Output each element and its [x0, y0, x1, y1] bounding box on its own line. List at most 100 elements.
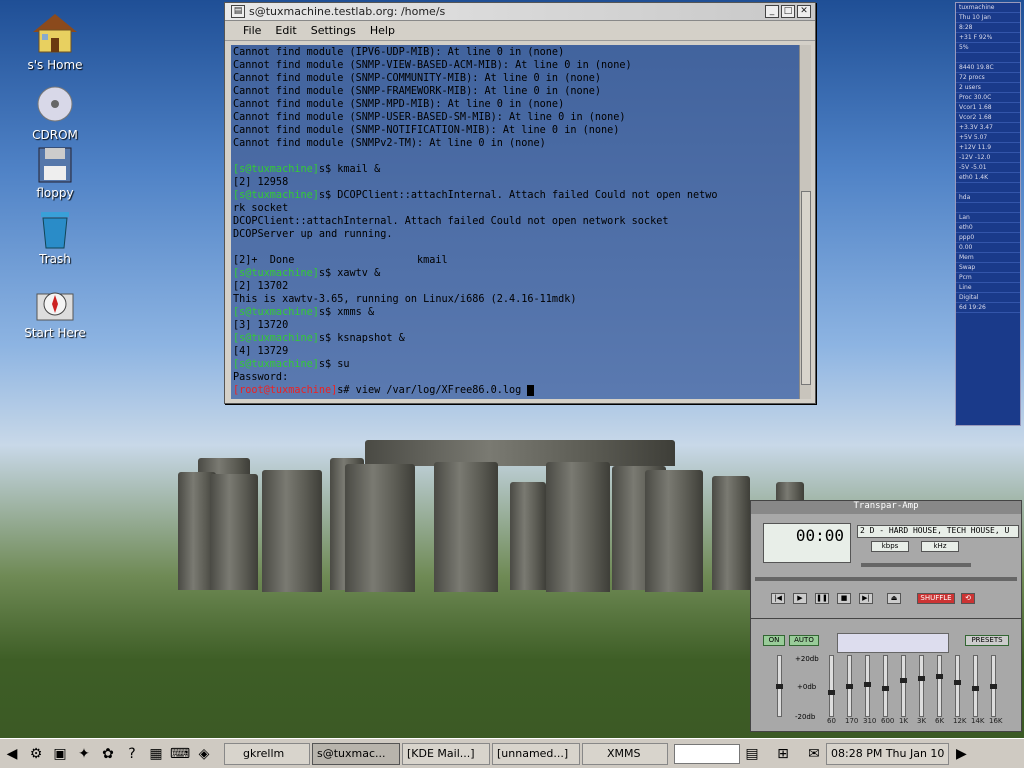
- desktop-pager[interactable]: ⊞: [765, 743, 801, 765]
- cdrom-icon: [37, 86, 73, 122]
- shell-prompt: [s@tuxmachine]: [233, 333, 319, 344]
- shuffle-button[interactable]: SHUFFLE: [917, 593, 955, 604]
- eq-band-slider[interactable]: [918, 655, 925, 717]
- xmms-khz: kHz: [921, 541, 959, 552]
- gkrellm-readout: 8:28: [956, 23, 1020, 33]
- terminal-line-text: s$ ksnapshot &: [318, 333, 405, 344]
- eq-band-slider[interactable]: [882, 655, 889, 717]
- gkrellm-readout: Swap: [956, 263, 1020, 273]
- menu-help[interactable]: Help: [370, 24, 395, 37]
- panel-command-input[interactable]: [674, 743, 740, 764]
- eq-band-slider[interactable]: [972, 655, 979, 717]
- task-xmms[interactable]: XMMS: [582, 742, 668, 765]
- terminal-line-text: [2] 13702: [233, 281, 289, 292]
- next-button[interactable]: ▶|: [859, 593, 873, 604]
- eq-band-slider[interactable]: [954, 655, 961, 717]
- prev-button[interactable]: |◀: [771, 593, 785, 604]
- panel-clock[interactable]: 08:28 PM Thu Jan 10: [826, 742, 950, 765]
- scrollbar-thumb[interactable]: [801, 191, 811, 385]
- xmms-equalizer[interactable]: ON AUTO PRESETS +20db +0db -20db 60 170 31…: [750, 618, 1022, 732]
- eq-band-slider[interactable]: [900, 655, 907, 717]
- eq-band-slider[interactable]: [864, 655, 871, 717]
- desktop-icon-floppy[interactable]: floppy: [10, 146, 100, 200]
- mail-icon[interactable]: ✉: [803, 743, 825, 765]
- terminal-line-text: rk socket: [233, 203, 289, 214]
- shell-prompt: [s@tuxmachine]: [233, 307, 319, 318]
- terminal-output[interactable]: Cannot find module (IPV6-UDP-MIB): At li…: [231, 45, 801, 399]
- help-icon[interactable]: ?: [121, 743, 143, 765]
- eq-on-button[interactable]: ON: [763, 635, 785, 646]
- eq-band-label: 6K: [935, 717, 945, 725]
- menu-file[interactable]: File: [243, 24, 261, 37]
- gkrellm-readout: 5%: [956, 43, 1020, 53]
- control-center-icon[interactable]: ⌨: [169, 743, 191, 765]
- task-unnamed[interactable]: [unnamed...]: [492, 742, 580, 765]
- xmms-volume-slider[interactable]: [861, 563, 971, 567]
- desktop-icon[interactable]: ▣: [49, 743, 71, 765]
- gkrellm-readout: Line: [956, 283, 1020, 293]
- eq-band-slider[interactable]: [936, 655, 943, 717]
- konqueror-icon[interactable]: ✿: [97, 743, 119, 765]
- task-kmail[interactable]: [KDE Mail...]: [402, 742, 490, 765]
- desktop-icon-cdrom[interactable]: CDROM: [10, 86, 100, 142]
- terminal-line-text: Cannot find module (SNMPv2-TM): At line …: [233, 138, 546, 149]
- eq-band-slider[interactable]: [846, 655, 853, 717]
- menu-settings[interactable]: Settings: [311, 24, 356, 37]
- gkrellm-readout: -5V -5.01: [956, 163, 1020, 173]
- browser-icon[interactable]: ✦: [73, 743, 95, 765]
- repeat-button[interactable]: ⟲: [961, 593, 975, 604]
- gkrellm-readout: Thu 10 Jan: [956, 13, 1020, 23]
- panel-scroll-left-icon[interactable]: ◀: [1, 743, 23, 765]
- eq-band-label: 3K: [917, 717, 927, 725]
- home-icon: [33, 14, 77, 53]
- gkrellm-monitor[interactable]: tuxmachine Thu 10 Jan 8:28 +31 F 92% 5% 8440…: [955, 2, 1021, 426]
- play-button[interactable]: ▶: [793, 593, 807, 604]
- minimize-button[interactable]: _: [765, 5, 779, 18]
- eq-band-slider[interactable]: [990, 655, 997, 717]
- terminal-line: Cannot find module (SNMP-NOTIFICATION-MI…: [233, 124, 799, 137]
- gkrellm-readout: tuxmachine: [956, 3, 1020, 13]
- terminal-line-text: Cannot find module (SNMP-USER-BASED-SM-M…: [233, 112, 626, 123]
- terminal-line-text: Cannot find module (IPV6-UDP-MIB): At li…: [233, 47, 565, 58]
- task-gkrellm[interactable]: gkrellm: [224, 742, 310, 765]
- menu-edit[interactable]: Edit: [275, 24, 296, 37]
- terminal-line: Cannot find module (SNMP-USER-BASED-SM-M…: [233, 111, 799, 124]
- maximize-button[interactable]: □: [781, 5, 795, 18]
- terminal-line: Cannot find module (SNMP-MPD-MIB): At li…: [233, 98, 799, 111]
- terminal-line-text: s$ su: [318, 359, 350, 370]
- terminal-launcher-icon[interactable]: ▦: [145, 743, 167, 765]
- terminal-line-text: s$ kmail &: [318, 164, 381, 175]
- pause-button[interactable]: ❚❚: [815, 593, 829, 604]
- xmms-seek-bar[interactable]: [755, 577, 1017, 581]
- gkrellm-readout: +12V 11.9: [956, 143, 1020, 153]
- gkrellm-readout: Pcm: [956, 273, 1020, 283]
- eq-auto-button[interactable]: AUTO: [789, 635, 819, 646]
- window-menu-icon[interactable]: ▤: [231, 5, 245, 18]
- gkrellm-readout: eth0 1.4K: [956, 173, 1020, 183]
- desktop-icon-trash[interactable]: Trash: [10, 208, 100, 266]
- terminal-line: DCOPClient::attachInternal. Attach faile…: [233, 215, 799, 228]
- eq-band-label: 60: [827, 717, 836, 725]
- desktop-icon-label: s's Home: [27, 58, 83, 72]
- package-icon[interactable]: ◈: [193, 743, 215, 765]
- gkrellm-readout: -12V -12.0: [956, 153, 1020, 163]
- terminal-scrollbar[interactable]: [799, 45, 811, 399]
- kde-menu-icon[interactable]: ⚙: [25, 743, 47, 765]
- eject-button[interactable]: ⏏: [887, 593, 901, 604]
- close-button[interactable]: ✕: [797, 5, 811, 18]
- terminal-window[interactable]: ▤ s@tuxmachine.testlab.org: /home/s _ □ …: [224, 2, 816, 404]
- desktop-icon-home[interactable]: s's Home: [10, 10, 100, 72]
- gkrellm-readout: Digital: [956, 293, 1020, 303]
- stop-button[interactable]: ■: [837, 593, 851, 604]
- terminal-titlebar[interactable]: ▤ s@tuxmachine.testlab.org: /home/s _ □ …: [225, 3, 815, 21]
- eq-presets-button[interactable]: PRESETS: [965, 635, 1009, 646]
- pager-icon[interactable]: ▤: [741, 743, 763, 765]
- panel-scroll-right-icon[interactable]: ▶: [950, 743, 972, 765]
- eq-preamp-slider[interactable]: [776, 655, 783, 717]
- desktop-icon-start-here[interactable]: Start Here: [10, 284, 100, 340]
- terminal-line-text: s$ xawtv &: [318, 268, 381, 279]
- terminal-line-text: This is xawtv-3.65, running on Linux/i68…: [233, 294, 577, 305]
- eq-band-slider[interactable]: [828, 655, 835, 717]
- task-terminal[interactable]: s@tuxmac...: [312, 742, 400, 765]
